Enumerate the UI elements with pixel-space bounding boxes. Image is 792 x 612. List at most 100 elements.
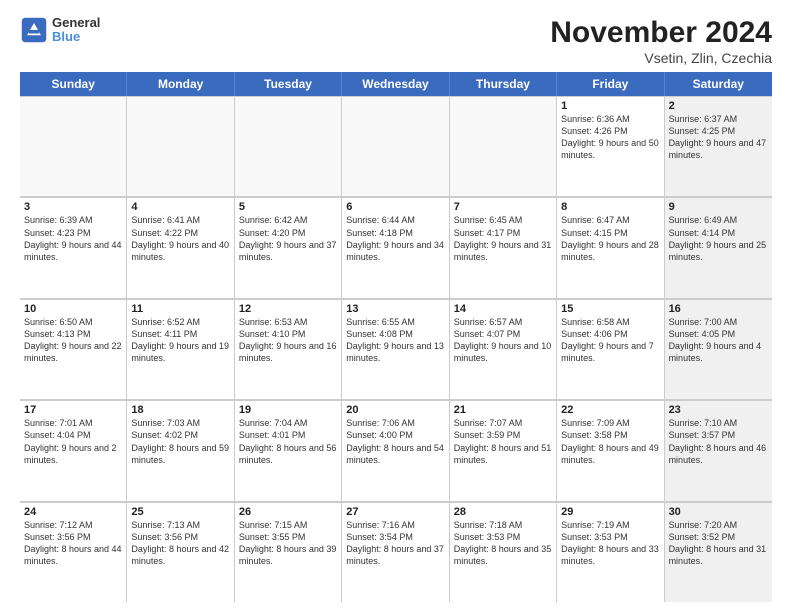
day-info: Sunrise: 6:47 AM Sunset: 4:15 PM Dayligh… (561, 214, 659, 263)
day-number: 18 (131, 404, 229, 416)
day-info: Sunrise: 7:10 AM Sunset: 3:57 PM Dayligh… (669, 417, 768, 466)
logo-line2: Blue (52, 30, 100, 44)
day-number: 15 (561, 303, 659, 315)
day-cell-3: 3Sunrise: 6:39 AM Sunset: 4:23 PM Daylig… (20, 197, 127, 297)
logo: General Blue (20, 16, 100, 45)
day-number: 10 (24, 303, 122, 315)
day-number: 17 (24, 404, 122, 416)
day-info: Sunrise: 7:13 AM Sunset: 3:56 PM Dayligh… (131, 519, 229, 568)
calendar-body: 1Sunrise: 6:36 AM Sunset: 4:26 PM Daylig… (20, 96, 772, 602)
day-header-monday: Monday (127, 72, 234, 96)
day-info: Sunrise: 6:37 AM Sunset: 4:25 PM Dayligh… (669, 113, 768, 162)
empty-cell (127, 96, 234, 196)
day-number: 11 (131, 303, 229, 315)
logo-line1: General (52, 16, 100, 30)
day-cell-23: 23Sunrise: 7:10 AM Sunset: 3:57 PM Dayli… (665, 400, 772, 500)
empty-cell (342, 96, 449, 196)
day-number: 2 (669, 100, 768, 112)
day-number: 14 (454, 303, 552, 315)
day-number: 4 (131, 201, 229, 213)
day-cell-25: 25Sunrise: 7:13 AM Sunset: 3:56 PM Dayli… (127, 502, 234, 602)
day-cell-13: 13Sunrise: 6:55 AM Sunset: 4:08 PM Dayli… (342, 299, 449, 399)
day-cell-28: 28Sunrise: 7:18 AM Sunset: 3:53 PM Dayli… (450, 502, 557, 602)
day-cell-29: 29Sunrise: 7:19 AM Sunset: 3:53 PM Dayli… (557, 502, 664, 602)
day-cell-27: 27Sunrise: 7:16 AM Sunset: 3:54 PM Dayli… (342, 502, 449, 602)
day-number: 26 (239, 506, 337, 518)
day-header-saturday: Saturday (665, 72, 772, 96)
calendar-title: November 2024 (550, 16, 772, 50)
logo-icon (20, 16, 48, 44)
day-cell-24: 24Sunrise: 7:12 AM Sunset: 3:56 PM Dayli… (20, 502, 127, 602)
calendar-row-2: 3Sunrise: 6:39 AM Sunset: 4:23 PM Daylig… (20, 197, 772, 298)
day-info: Sunrise: 6:41 AM Sunset: 4:22 PM Dayligh… (131, 214, 229, 263)
day-info: Sunrise: 6:42 AM Sunset: 4:20 PM Dayligh… (239, 214, 337, 263)
day-cell-22: 22Sunrise: 7:09 AM Sunset: 3:58 PM Dayli… (557, 400, 664, 500)
day-cell-2: 2Sunrise: 6:37 AM Sunset: 4:25 PM Daylig… (665, 96, 772, 196)
day-info: Sunrise: 6:52 AM Sunset: 4:11 PM Dayligh… (131, 316, 229, 365)
day-header-tuesday: Tuesday (235, 72, 342, 96)
day-cell-6: 6Sunrise: 6:44 AM Sunset: 4:18 PM Daylig… (342, 197, 449, 297)
day-cell-15: 15Sunrise: 6:58 AM Sunset: 4:06 PM Dayli… (557, 299, 664, 399)
empty-cell (450, 96, 557, 196)
day-number: 1 (561, 100, 659, 112)
day-info: Sunrise: 7:18 AM Sunset: 3:53 PM Dayligh… (454, 519, 552, 568)
day-number: 19 (239, 404, 337, 416)
day-cell-1: 1Sunrise: 6:36 AM Sunset: 4:26 PM Daylig… (557, 96, 664, 196)
day-info: Sunrise: 6:45 AM Sunset: 4:17 PM Dayligh… (454, 214, 552, 263)
day-number: 20 (346, 404, 444, 416)
day-info: Sunrise: 7:00 AM Sunset: 4:05 PM Dayligh… (669, 316, 768, 365)
logo-text: General Blue (52, 16, 100, 45)
empty-cell (20, 96, 127, 196)
day-cell-17: 17Sunrise: 7:01 AM Sunset: 4:04 PM Dayli… (20, 400, 127, 500)
day-cell-7: 7Sunrise: 6:45 AM Sunset: 4:17 PM Daylig… (450, 197, 557, 297)
day-number: 30 (669, 506, 768, 518)
day-cell-11: 11Sunrise: 6:52 AM Sunset: 4:11 PM Dayli… (127, 299, 234, 399)
day-number: 23 (669, 404, 768, 416)
day-number: 7 (454, 201, 552, 213)
calendar-row-4: 17Sunrise: 7:01 AM Sunset: 4:04 PM Dayli… (20, 400, 772, 501)
calendar-row-3: 10Sunrise: 6:50 AM Sunset: 4:13 PM Dayli… (20, 299, 772, 400)
day-number: 13 (346, 303, 444, 315)
day-cell-18: 18Sunrise: 7:03 AM Sunset: 4:02 PM Dayli… (127, 400, 234, 500)
day-number: 9 (669, 201, 768, 213)
day-cell-19: 19Sunrise: 7:04 AM Sunset: 4:01 PM Dayli… (235, 400, 342, 500)
day-info: Sunrise: 6:39 AM Sunset: 4:23 PM Dayligh… (24, 214, 122, 263)
day-header-sunday: Sunday (20, 72, 127, 96)
day-info: Sunrise: 6:44 AM Sunset: 4:18 PM Dayligh… (346, 214, 444, 263)
day-number: 24 (24, 506, 122, 518)
day-info: Sunrise: 7:15 AM Sunset: 3:55 PM Dayligh… (239, 519, 337, 568)
day-number: 25 (131, 506, 229, 518)
day-info: Sunrise: 7:19 AM Sunset: 3:53 PM Dayligh… (561, 519, 659, 568)
day-header-wednesday: Wednesday (342, 72, 449, 96)
day-cell-12: 12Sunrise: 6:53 AM Sunset: 4:10 PM Dayli… (235, 299, 342, 399)
day-number: 6 (346, 201, 444, 213)
day-info: Sunrise: 7:12 AM Sunset: 3:56 PM Dayligh… (24, 519, 122, 568)
day-number: 16 (669, 303, 768, 315)
day-cell-4: 4Sunrise: 6:41 AM Sunset: 4:22 PM Daylig… (127, 197, 234, 297)
calendar-subtitle: Vsetin, Zlin, Czechia (550, 50, 772, 66)
day-info: Sunrise: 7:09 AM Sunset: 3:58 PM Dayligh… (561, 417, 659, 466)
page: General Blue November 2024 Vsetin, Zlin,… (0, 0, 792, 612)
day-number: 12 (239, 303, 337, 315)
title-block: November 2024 Vsetin, Zlin, Czechia (550, 16, 772, 66)
empty-cell (235, 96, 342, 196)
day-cell-9: 9Sunrise: 6:49 AM Sunset: 4:14 PM Daylig… (665, 197, 772, 297)
day-number: 22 (561, 404, 659, 416)
day-info: Sunrise: 6:57 AM Sunset: 4:07 PM Dayligh… (454, 316, 552, 365)
day-number: 3 (24, 201, 122, 213)
day-cell-5: 5Sunrise: 6:42 AM Sunset: 4:20 PM Daylig… (235, 197, 342, 297)
day-cell-26: 26Sunrise: 7:15 AM Sunset: 3:55 PM Dayli… (235, 502, 342, 602)
day-info: Sunrise: 7:20 AM Sunset: 3:52 PM Dayligh… (669, 519, 768, 568)
day-info: Sunrise: 6:50 AM Sunset: 4:13 PM Dayligh… (24, 316, 122, 365)
day-cell-14: 14Sunrise: 6:57 AM Sunset: 4:07 PM Dayli… (450, 299, 557, 399)
day-cell-30: 30Sunrise: 7:20 AM Sunset: 3:52 PM Dayli… (665, 502, 772, 602)
calendar: SundayMondayTuesdayWednesdayThursdayFrid… (20, 72, 772, 602)
day-info: Sunrise: 7:03 AM Sunset: 4:02 PM Dayligh… (131, 417, 229, 466)
day-info: Sunrise: 6:36 AM Sunset: 4:26 PM Dayligh… (561, 113, 659, 162)
day-number: 5 (239, 201, 337, 213)
day-number: 29 (561, 506, 659, 518)
day-info: Sunrise: 6:53 AM Sunset: 4:10 PM Dayligh… (239, 316, 337, 365)
day-header-thursday: Thursday (450, 72, 557, 96)
calendar-header: SundayMondayTuesdayWednesdayThursdayFrid… (20, 72, 772, 96)
day-cell-10: 10Sunrise: 6:50 AM Sunset: 4:13 PM Dayli… (20, 299, 127, 399)
